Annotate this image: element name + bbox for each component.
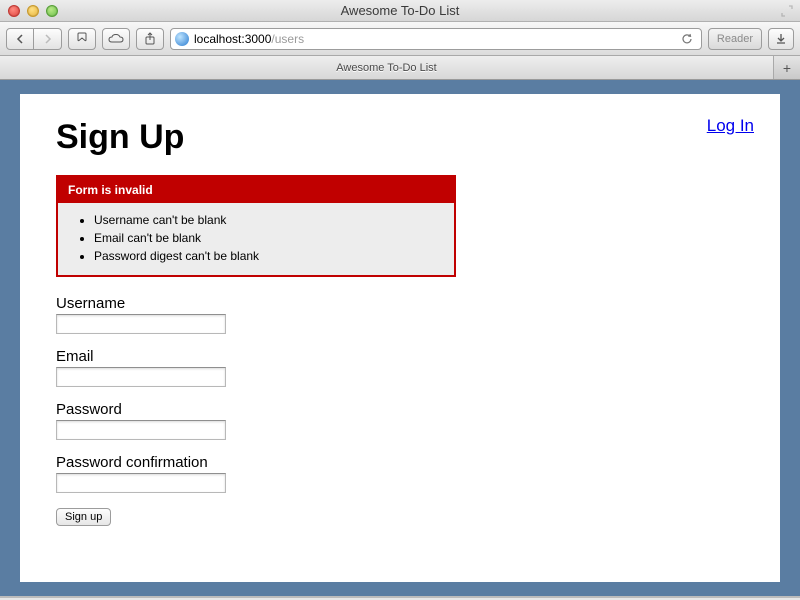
- error-explanation: Form is invalid Username can't be blank …: [56, 175, 456, 277]
- window-title: Awesome To-Do List: [0, 3, 800, 18]
- email-field-group: Email: [56, 348, 744, 387]
- error-message: Password digest can't be blank: [94, 247, 444, 265]
- page-heading: Sign Up: [56, 118, 744, 157]
- address-bar[interactable]: localhost:3000/users: [170, 28, 702, 50]
- back-button[interactable]: [6, 28, 34, 50]
- minimize-window-button[interactable]: [27, 5, 39, 17]
- nav-buttons: [6, 28, 62, 50]
- new-tab-button[interactable]: +: [774, 56, 800, 79]
- password-confirmation-input[interactable]: [56, 473, 226, 493]
- fullscreen-icon[interactable]: [780, 4, 794, 18]
- username-field-group: Username: [56, 295, 744, 334]
- error-message: Email can't be blank: [94, 229, 444, 247]
- zoom-window-button[interactable]: [46, 5, 58, 17]
- browser-tab[interactable]: Awesome To-Do List: [0, 56, 774, 79]
- password-label: Password: [56, 401, 744, 418]
- share-button[interactable]: [136, 28, 164, 50]
- login-link[interactable]: Log In: [707, 116, 754, 136]
- password-field-group: Password: [56, 401, 744, 440]
- tab-label: Awesome To-Do List: [336, 62, 436, 74]
- error-title: Form is invalid: [58, 177, 454, 203]
- email-input[interactable]: [56, 367, 226, 387]
- site-icon: [175, 32, 189, 46]
- reload-button[interactable]: [677, 33, 697, 45]
- reader-label: Reader: [717, 33, 753, 45]
- tab-bar: Awesome To-Do List +: [0, 56, 800, 80]
- browser-toolbar: localhost:3000/users Reader: [0, 22, 800, 56]
- page-background: Log In Sign Up Form is invalid Username …: [0, 80, 800, 598]
- error-body: Username can't be blank Email can't be b…: [58, 203, 454, 275]
- email-label: Email: [56, 348, 744, 365]
- url-path: /users: [271, 32, 304, 46]
- window-titlebar: Awesome To-Do List: [0, 0, 800, 22]
- url-host: localhost:3000: [194, 32, 271, 46]
- window-controls: [8, 5, 58, 17]
- password-confirmation-label: Password confirmation: [56, 454, 744, 471]
- password-input[interactable]: [56, 420, 226, 440]
- downloads-button[interactable]: [768, 28, 794, 50]
- close-window-button[interactable]: [8, 5, 20, 17]
- error-message: Username can't be blank: [94, 211, 444, 229]
- bookmark-button[interactable]: [68, 28, 96, 50]
- error-list: Username can't be blank Email can't be b…: [68, 211, 444, 265]
- reader-button[interactable]: Reader: [708, 28, 762, 50]
- icloud-button[interactable]: [102, 28, 130, 50]
- content-card: Log In Sign Up Form is invalid Username …: [20, 94, 780, 582]
- username-input[interactable]: [56, 314, 226, 334]
- username-label: Username: [56, 295, 744, 312]
- signup-submit-button[interactable]: Sign up: [56, 508, 111, 526]
- forward-button[interactable]: [34, 28, 62, 50]
- password-confirmation-field-group: Password confirmation: [56, 454, 744, 493]
